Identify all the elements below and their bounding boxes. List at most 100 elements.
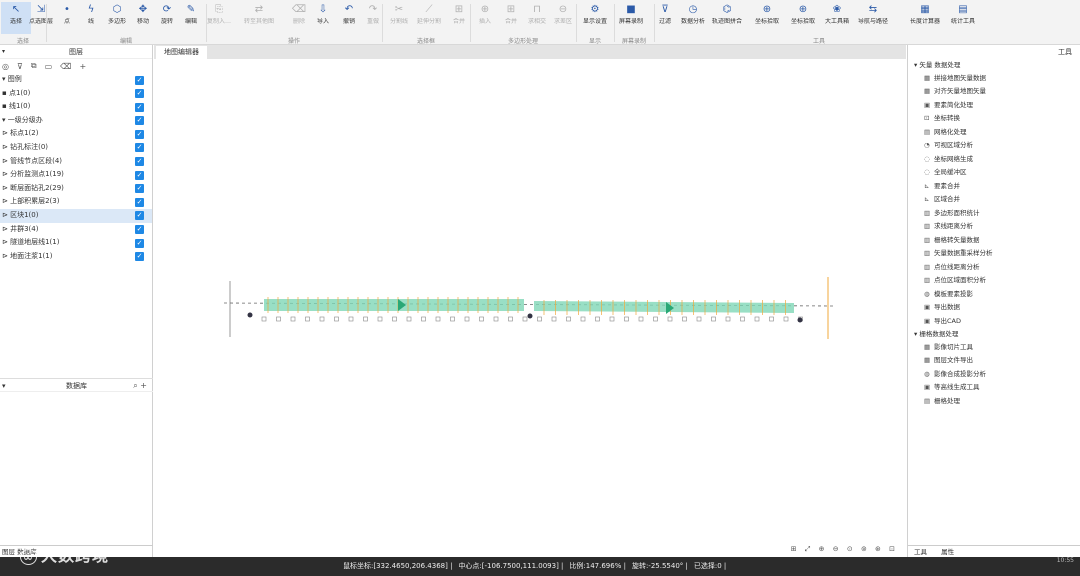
layer-row[interactable]: ⊳ 分析监测点1(19) ✓ <box>0 168 152 182</box>
layer-visibility-checkbox[interactable]: ✓ <box>135 102 144 112</box>
layer-label: ⊳ 隧道地层线1(1) <box>2 238 60 247</box>
layer-row[interactable]: ▾ 图例 ✓ <box>0 73 152 87</box>
track-segment-2 <box>534 301 794 313</box>
ribbon-button-pick2[interactable]: ⊕ 坐标拾取 <box>788 2 818 34</box>
ribbon-button-gear[interactable]: ⚙ 显示设置 <box>580 2 610 34</box>
tool-item[interactable]: ▥ 多边形面积统计 <box>908 207 1080 221</box>
layer-visibility-checkbox[interactable]: ✓ <box>135 75 144 85</box>
layer-row[interactable]: ⊳ 钻孔标注(0) ✓ <box>0 141 152 155</box>
diff-icon: ⊖ <box>558 4 568 15</box>
tool-item[interactable]: ▣ 导出数据 <box>908 301 1080 315</box>
pin-icon[interactable]: ▾ <box>2 45 5 59</box>
ribbon-button-record[interactable]: ■ 屏幕录制 <box>616 2 646 34</box>
tool-item[interactable]: ◍ 影像合成投影分析 <box>908 368 1080 382</box>
ribbon-separator <box>654 4 655 42</box>
tool-item[interactable]: ▣ 导出CAD <box>908 315 1080 329</box>
ribbon-button-toolbox[interactable]: ❀ 大工具箱 <box>822 2 852 34</box>
track-label-mark <box>754 316 760 322</box>
tool-item[interactable]: ▣ 等高线生成工具 <box>908 381 1080 395</box>
map-canvas[interactable] <box>154 59 906 557</box>
ribbon-button-convert[interactable]: ⇄ 转至其他图层 <box>244 2 274 34</box>
layer-row[interactable]: ⊳ 断层面钻孔2(29) ✓ <box>0 182 152 196</box>
trash-icon[interactable]: ⌫ <box>60 62 71 71</box>
map-area[interactable]: 地图编辑器 ⊞ ⤢ ⊕ ⊖ ⊙ ⊚ ⊛ ⊡ <box>154 45 906 557</box>
tool-label: 可视区域分析 <box>934 141 973 149</box>
layer-row[interactable]: ▪ 点1(0) ✓ <box>0 87 152 101</box>
tool-item[interactable]: ⊾ 要素合并 <box>908 180 1080 194</box>
track-line[interactable] <box>223 277 835 339</box>
ribbon-button-label: 统计工具 <box>950 18 975 25</box>
tool-item[interactable]: ▦ 对齐矢量地图矢量 <box>908 85 1080 99</box>
tool-item[interactable]: ▥ 矢量数据重采样分析 <box>908 247 1080 261</box>
visibility-icon[interactable]: ◎ <box>2 62 9 71</box>
tool-item[interactable]: ⊡ 坐标转换 <box>908 112 1080 126</box>
ribbon-button-analysis[interactable]: ◷ 数据分析 <box>678 2 708 34</box>
map-tab[interactable]: 地图编辑器 <box>156 46 207 59</box>
layer-row[interactable]: ⊳ 隧道地层线1(1) ✓ <box>0 236 152 250</box>
ribbon-button-stats[interactable]: ▤ 统计工具 <box>948 2 978 34</box>
tool-item[interactable]: ◍ 模板要素投影 <box>908 288 1080 302</box>
tool-label: 拼接地图矢量数据 <box>934 73 986 82</box>
tool-item[interactable]: ▦ 拼接地图矢量数据 <box>908 72 1080 86</box>
map-status-icons[interactable]: ⊞ ⤢ ⊕ ⊖ ⊙ ⊚ ⊛ ⊡ <box>791 545 898 554</box>
layer-visibility-checkbox[interactable]: ✓ <box>135 184 144 194</box>
layer-visibility-checkbox[interactable]: ✓ <box>135 170 144 180</box>
tool-item[interactable]: ◔ 可视区域分析 <box>908 139 1080 153</box>
layer-row[interactable]: ⊳ 井群3(4) ✓ <box>0 223 152 237</box>
layer-visibility-checkbox[interactable]: ✓ <box>135 129 144 139</box>
tool-item[interactable]: ▤ 网格化处理 <box>908 126 1080 140</box>
add-icon[interactable]: + <box>140 381 147 390</box>
tool-section-header[interactable]: ▾ 矢量 数据处理 <box>908 59 1080 72</box>
track-node <box>247 312 253 318</box>
tool-item[interactable]: ▥ 求线距离分析 <box>908 220 1080 234</box>
layer-visibility-checkbox[interactable]: ✓ <box>135 225 144 235</box>
layer-row[interactable]: ⊳ 区块1(0) ✓ <box>0 208 152 223</box>
layer-visibility-checkbox[interactable]: ✓ <box>135 116 144 126</box>
tool-item[interactable]: ◌ 坐标网络生成 <box>908 153 1080 167</box>
layer-row[interactable]: ⊳ 上部积累层2(3) ✓ <box>0 195 152 209</box>
ribbon-button-edit[interactable]: ✎ 编辑 <box>176 2 206 34</box>
layer-visibility-checkbox[interactable]: ✓ <box>135 252 144 262</box>
ribbon-button-label: 轨迹图拼合 <box>712 18 742 25</box>
layer-row[interactable]: ⊳ 标点1(2) ✓ <box>0 127 152 141</box>
track-label-mark <box>682 316 687 322</box>
tool-item[interactable]: ▥ 点位线距离分析 <box>908 261 1080 275</box>
search-icon[interactable]: ⌕ <box>133 381 137 390</box>
layer-label: ▾ 一级分级办 <box>2 115 43 124</box>
layer-visibility-checkbox[interactable]: ✓ <box>135 89 144 99</box>
ribbon-button-paste[interactable]: ⎘ 复制入… <box>204 2 234 34</box>
ribbon-button-extend[interactable]: ⟋ 延伸分割 <box>414 2 444 34</box>
tool-item[interactable]: ▥ 栅格转矢量数据 <box>908 234 1080 248</box>
layer-row[interactable]: ▾ 一级分级办 ✓ <box>0 114 152 128</box>
tool-item[interactable]: ▥ 点位区域面积分析 <box>908 274 1080 288</box>
layer-row[interactable]: ⊳ 管线节点区段(4) ✓ <box>0 155 152 169</box>
tool-item[interactable]: ⊾ 区域合并 <box>908 193 1080 207</box>
layer-visibility-checkbox[interactable]: ✓ <box>135 157 144 167</box>
file-icon[interactable]: ▭ <box>45 62 53 71</box>
ribbon-button-calc[interactable]: ▦ 长度计算器 <box>910 2 940 34</box>
tool-item[interactable]: ▣ 要素简化处理 <box>908 99 1080 113</box>
tool-item[interactable]: ◌ 全局缓冲区 <box>908 166 1080 180</box>
layer-label: ▪ 线1(0) <box>2 102 31 111</box>
ribbon-button-label: 求差区 <box>553 18 572 25</box>
layer-visibility-checkbox[interactable]: ✓ <box>135 211 144 221</box>
ribbon-button-split[interactable]: ✂ 分割线 <box>384 2 414 34</box>
ribbon-button-track[interactable]: ⌬ 轨迹图拼合 <box>712 2 742 34</box>
ribbon-button-pick[interactable]: ⊕ 坐标拾取 <box>752 2 782 34</box>
copy-icon[interactable]: ⧉ <box>31 61 37 71</box>
tool-item[interactable]: ▦ 影像切片工具 <box>908 341 1080 355</box>
layer-visibility-checkbox[interactable]: ✓ <box>135 143 144 153</box>
layer-visibility-checkbox[interactable]: ✓ <box>135 238 144 248</box>
layer-row[interactable]: ▪ 线1(0) ✓ <box>0 100 152 114</box>
add-icon[interactable]: + <box>79 62 86 71</box>
layer-row[interactable]: ⊳ 地面注浆1(1) ✓ <box>0 250 152 264</box>
tool-item[interactable]: ▤ 栅格处理 <box>908 395 1080 409</box>
filter-icon[interactable]: ⊽ <box>17 62 23 71</box>
pin-icon[interactable]: ▾ <box>2 379 6 393</box>
ribbon-button-diff[interactable]: ⊖ 求差区 <box>548 2 578 34</box>
split-icon: ✂ <box>394 4 404 15</box>
layer-visibility-checkbox[interactable]: ✓ <box>135 197 144 207</box>
tool-item[interactable]: ▦ 图层文件导出 <box>908 354 1080 368</box>
tool-section-header[interactable]: ▾ 栅格数据处理 <box>908 328 1080 341</box>
ribbon-button-route[interactable]: ⇆ 导航与路径分析 <box>858 2 888 34</box>
